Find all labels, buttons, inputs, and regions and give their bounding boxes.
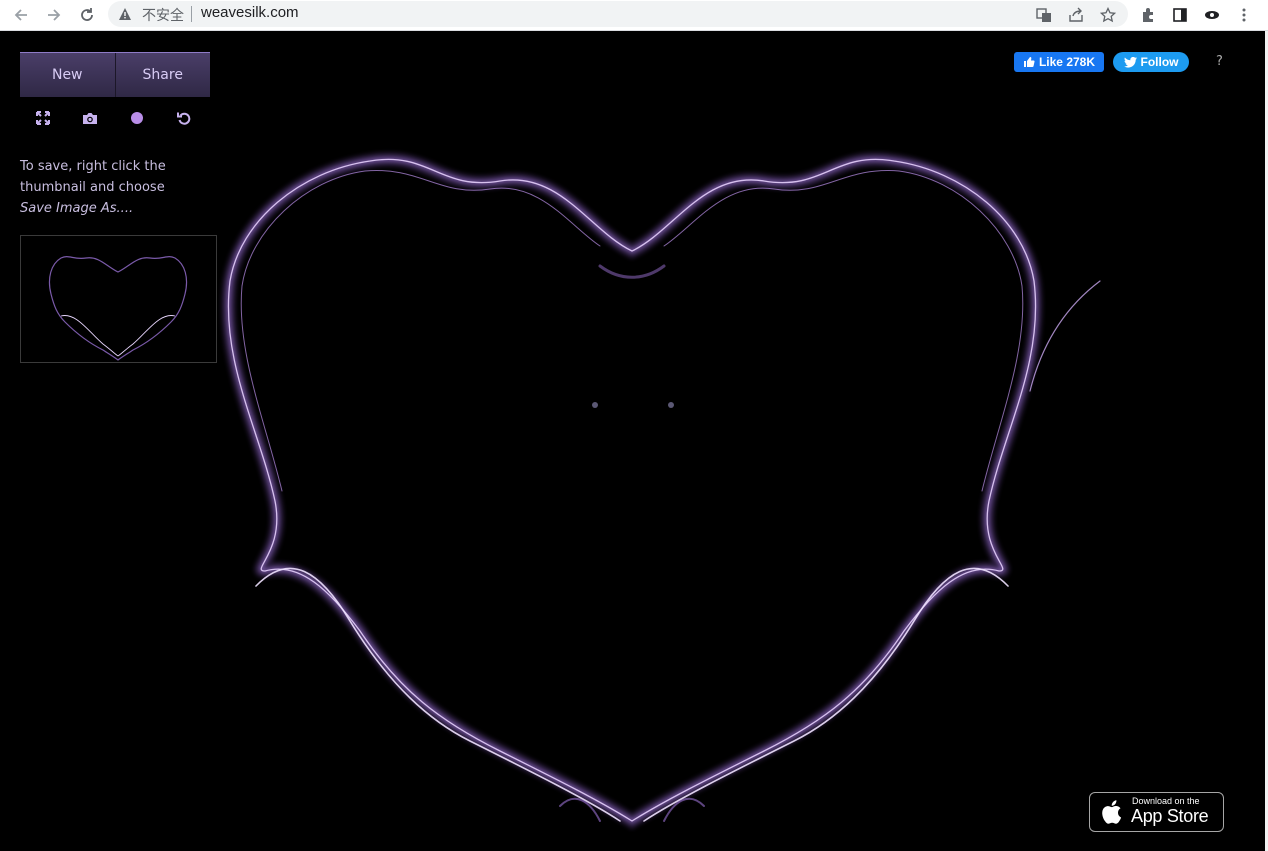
forward-icon[interactable] [43,4,65,26]
warning-icon[interactable] [118,6,132,25]
thumbnail-preview [48,255,188,361]
like-count-label: Like 278K [1038,55,1096,69]
new-button[interactable]: New [20,53,115,97]
bookmark-star-icon[interactable] [1098,5,1118,25]
address-bar[interactable]: 不安全 weavesilk.com [108,1,1128,27]
silk-heart-drawing [221,152,1101,830]
apple-logo-icon [1102,800,1122,824]
app-store-badge[interactable]: Download on the App Store [1089,792,1224,832]
url-text[interactable]: weavesilk.com [201,4,299,21]
symmetry-center-dot [668,402,674,408]
follow-label: Follow [1140,55,1179,69]
save-instructions: To save, right click the thumbnail and c… [20,156,190,219]
translate-icon[interactable] [1034,5,1054,25]
tool-row [20,109,210,127]
canvas-area[interactable]: New Share To save, right click the thumb… [0,31,1268,851]
facebook-like-button[interactable]: Like 278K [1014,52,1104,72]
main-buttons: New Share [20,52,210,97]
save-hint-text: To save, right click the thumbnail and c… [20,159,166,195]
menu-icon[interactable] [1234,5,1254,25]
profile-icon[interactable] [1202,5,1222,25]
side-panel-icon[interactable] [1170,5,1190,25]
security-label: 不安全 [142,8,184,24]
help-button[interactable]: ? [1216,54,1223,69]
extensions-icon[interactable] [1138,5,1158,25]
reload-icon[interactable] [76,4,98,26]
browser-toolbar: 不安全 weavesilk.com [0,0,1268,31]
share-icon[interactable] [1066,5,1086,25]
symmetry-center-dot [592,402,598,408]
share-button[interactable]: Share [114,53,210,97]
twitter-follow-button[interactable]: Follow [1113,52,1189,72]
appstore-big-text: App Store [1131,806,1209,826]
undo-icon[interactable] [175,109,193,127]
thumbs-up-icon [1023,57,1035,67]
color-picker-icon[interactable] [128,109,146,127]
drawing-thumbnail[interactable] [20,235,217,363]
appstore-small-text: Download on the [1132,796,1200,806]
twitter-bird-icon [1123,56,1137,68]
omnibox-divider [191,6,192,22]
back-icon[interactable] [10,4,32,26]
camera-icon[interactable] [81,109,99,127]
fullscreen-icon[interactable] [34,109,52,127]
save-hint-action: Save Image As.... [20,201,134,216]
